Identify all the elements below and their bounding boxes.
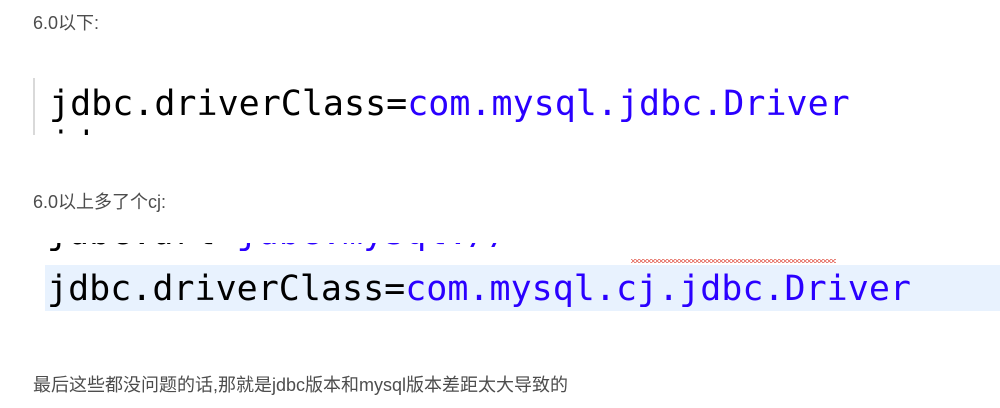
code-value: com.mysql.jdbc.Driver <box>407 84 850 124</box>
previous-line-fragment: jdbc.url=jdbc:mysql:// <box>47 243 511 253</box>
paragraph-below-6: 6.0以下: <box>33 13 100 33</box>
code-line-new: jdbc.driverClass=com.mysql.cj.jdbc.Drive… <box>47 269 911 309</box>
paragraph-above-6: 6.0以上多了个cj: <box>33 192 167 212</box>
next-line-fragment: jd <box>49 125 91 135</box>
code-line-old: jdbc.driverClass=com.mysql.jdbc.Driver <box>49 84 850 124</box>
code-value: com.mysql.cj.jdbc.Driver <box>405 269 911 309</box>
image-left-border <box>33 78 35 135</box>
code-screenshot-old-driver: jdbc.driverClass=com.mysql.jdbc.Driver j… <box>33 78 921 135</box>
code-key: jdbc.driverClass= <box>49 84 408 124</box>
spellcheck-squiggle <box>631 259 836 263</box>
paragraph-conclusion: 最后这些都没问题的话,那就是jdbc版本和mysql版本差距太大导致的 <box>33 375 569 395</box>
code-screenshot-new-driver: jdbc.url=jdbc:mysql:// jdbc.driverClass=… <box>33 243 1000 315</box>
code-key: jdbc.driverClass= <box>47 269 406 309</box>
